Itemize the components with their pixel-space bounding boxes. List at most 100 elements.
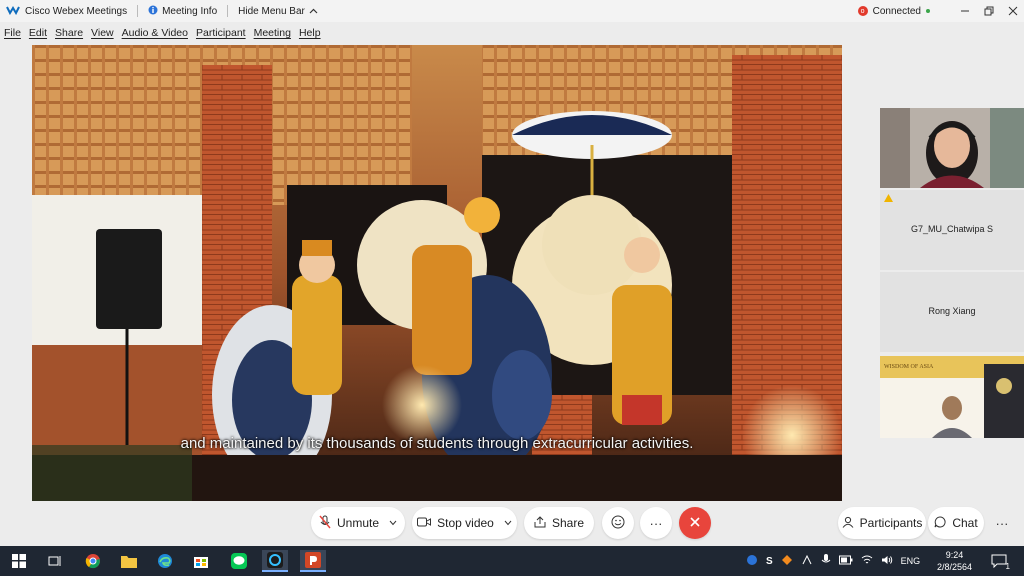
line-app-button[interactable] [228,550,250,572]
tray-app-icon[interactable] [746,554,758,568]
more-icon: ··· [995,515,1009,531]
app-title: Cisco Webex Meetings [0,5,127,18]
chevron-down-icon[interactable] [389,519,397,528]
line-icon [231,553,247,569]
connection-label: Connected [872,5,921,17]
menu-edit[interactable]: Edit [29,27,47,39]
edge-button[interactable] [154,550,176,572]
meeting-info-button[interactable]: Meeting Info [148,5,217,18]
stop-video-button[interactable]: Stop video [412,507,517,539]
chat-button[interactable]: Chat [928,507,984,539]
video-caption: and maintained by its thousands of stude… [180,435,694,452]
app-name: Cisco Webex Meetings [25,5,128,17]
skype-icon[interactable]: S [766,556,773,567]
info-icon [148,5,158,18]
meeting-controls: Unmute Stop video Share ··· Participants… [0,507,1024,541]
share-label: Share [551,516,585,530]
shared-video[interactable]: and maintained by its thousands of stude… [32,45,842,501]
status-dot-icon [926,9,930,13]
menu-file[interactable]: File [4,27,21,39]
webex-icon [267,552,283,568]
participants-label: Participants [859,516,923,530]
chrome-taskbar-button[interactable] [82,550,104,572]
store-icon [194,557,208,568]
minimize-icon [961,10,969,12]
participant-name: Rong Xiang [928,306,976,316]
recording-icon: o [857,6,868,16]
close-icon [1008,6,1018,16]
divider [227,5,229,17]
system-tray: S ENG [746,546,920,576]
clock-time: 9:24 [945,550,964,560]
participant-video-image [880,108,1024,188]
menu-meeting[interactable]: Meeting [254,27,291,39]
webex-logo-icon [6,5,20,18]
windows-icon [12,554,26,568]
chrome-icon [85,554,100,569]
webex-taskbar-button[interactable] [262,550,288,572]
file-explorer-button[interactable] [118,550,140,572]
slide-title: WISDOM OF ASIA [884,364,934,370]
store-button[interactable] [190,550,212,572]
video-camera-icon [417,516,432,530]
warning-icon [884,193,893,205]
participants-button[interactable]: Participants [838,507,926,539]
wifi-icon[interactable] [861,555,873,567]
taskbar-clock[interactable]: 9:24 2/8/2564 [937,549,972,573]
unmute-label: Unmute [336,516,380,530]
more-options-button[interactable]: ··· [640,507,672,539]
person-icon [842,516,854,531]
windows-taskbar: S ENG 9:24 2/8/2564 1 [0,546,1024,576]
hide-menu-bar-button[interactable]: Hide Menu Bar [238,6,318,17]
chat-bubble-icon [934,515,946,531]
tray-app-icon[interactable] [781,554,793,568]
close-button[interactable] [1002,0,1024,22]
tray-app-icon[interactable] [801,554,813,568]
participant-name: G7_MU_Chatwipa S [910,224,994,234]
close-icon [689,515,701,532]
battery-icon[interactable] [838,555,853,567]
participant-tile-video[interactable] [880,108,1024,188]
meeting-info-label: Meeting Info [162,5,218,17]
start-button[interactable] [8,550,30,572]
menu-view[interactable]: View [91,27,114,39]
restore-icon [984,6,994,16]
dance-performance-image [32,45,842,501]
divider [137,5,139,17]
task-view-button[interactable] [44,550,66,572]
share-button[interactable]: Share [524,507,594,539]
stop-video-label: Stop video [437,516,494,530]
unmute-button[interactable]: Unmute [311,507,405,539]
reactions-button[interactable] [602,507,634,539]
volume-icon[interactable] [881,555,893,567]
smiley-icon [611,515,625,532]
folder-icon [121,556,137,568]
participant-tile-video[interactable]: WISDOM OF ASIA [880,356,1024,438]
menu-help[interactable]: Help [299,27,321,39]
minimize-button[interactable] [954,0,976,22]
chevron-up-icon [309,6,318,17]
participant-tile[interactable]: Rong Xiang [880,272,1024,352]
panel-more-button[interactable]: ··· [986,507,1018,539]
task-view-icon [48,556,61,566]
powerpoint-icon [305,552,321,568]
share-icon [534,515,546,531]
restore-button[interactable] [978,0,1000,22]
chat-label: Chat [952,516,978,530]
title-bar: Cisco Webex Meetings Meeting Info Hide M… [0,0,1024,22]
microphone-icon[interactable] [821,554,831,568]
clock-date: 2/8/2564 [936,562,972,572]
language-indicator[interactable]: ENG [901,556,921,566]
chevron-down-icon[interactable] [504,519,512,528]
mic-muted-icon [319,515,331,532]
menu-bar: File Edit Share View Audio & Video Parti… [0,24,321,42]
participant-tile[interactable]: G7_MU_Chatwipa S [880,190,1024,270]
menu-participant[interactable]: Participant [196,27,246,39]
connection-status[interactable]: o Connected [857,5,930,17]
notification-count: 1 [1005,562,1010,571]
menu-share[interactable]: Share [55,27,83,39]
powerpoint-taskbar-button[interactable] [300,550,326,572]
notifications-button[interactable]: 1 [988,550,1010,572]
menu-audio-video[interactable]: Audio & Video [122,27,188,39]
leave-meeting-button[interactable] [679,507,711,539]
